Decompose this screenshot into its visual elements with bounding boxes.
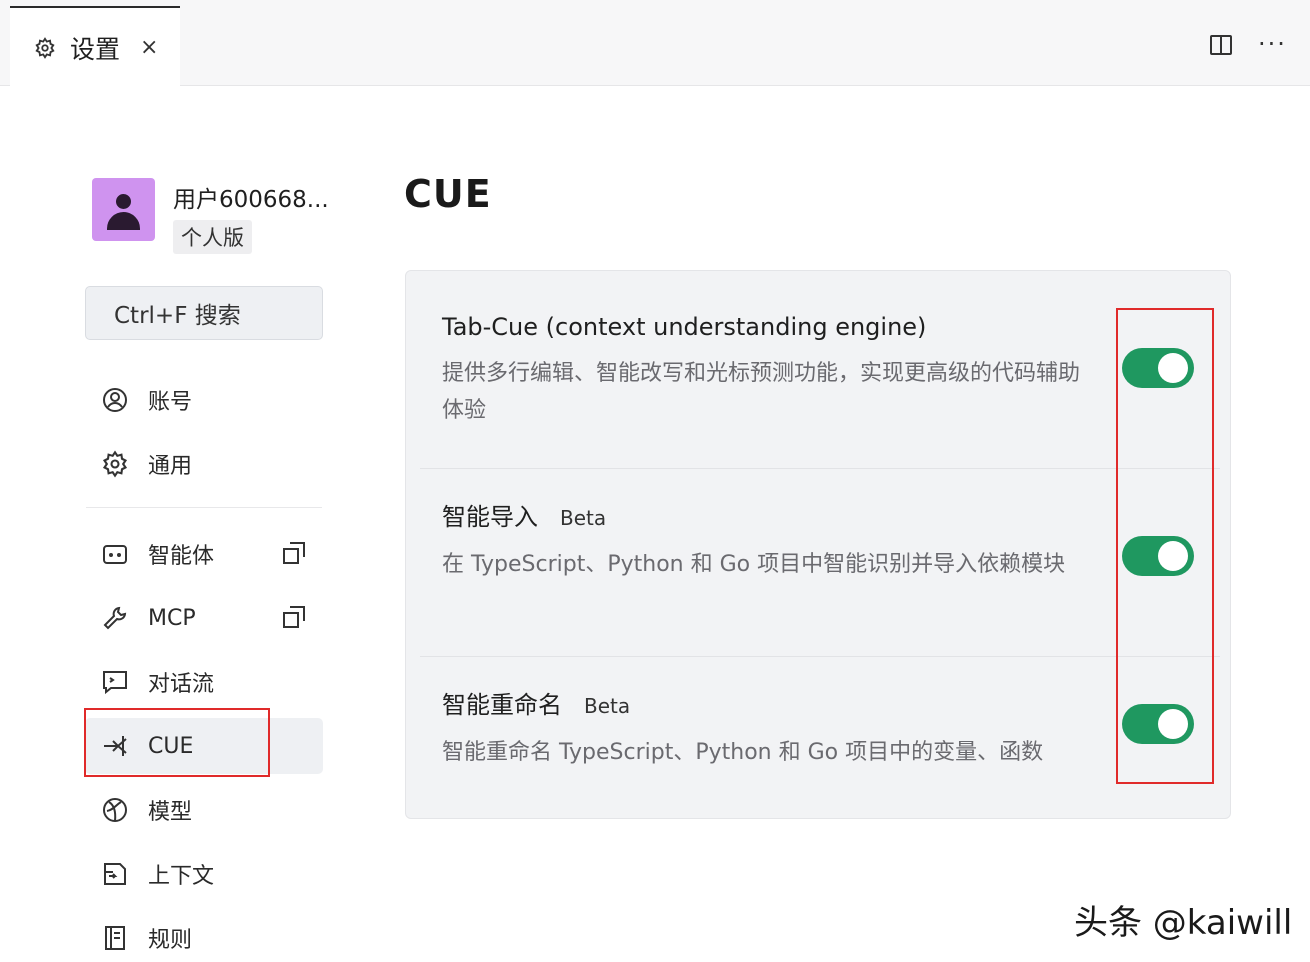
setting-title-text: Tab-Cue (context understanding engine) bbox=[442, 313, 927, 341]
tab-bar: 设置 × ··· bbox=[0, 0, 1310, 87]
beta-badge: Beta bbox=[584, 694, 631, 718]
rules-icon bbox=[100, 923, 130, 953]
sidebar-item-label: 模型 bbox=[148, 800, 193, 825]
highlight-box bbox=[1116, 308, 1214, 784]
sidebar-item-mcp[interactable]: MCP bbox=[100, 598, 196, 638]
watermark: 头条 @kaiwill bbox=[1074, 903, 1293, 943]
external-link-icon[interactable] bbox=[282, 541, 306, 565]
setting-description: 在 TypeScript、Python 和 Go 项目中智能识别并导入依赖模块 bbox=[442, 552, 1066, 577]
sidebar-item-label: 智能体 bbox=[148, 544, 215, 569]
setting-title-text: 智能导入 bbox=[442, 503, 538, 531]
external-link-icon[interactable] bbox=[282, 605, 306, 629]
row-divider bbox=[420, 656, 1220, 657]
gear-icon bbox=[100, 449, 130, 479]
search-button[interactable]: Ctrl+F 搜索 bbox=[85, 286, 323, 340]
setting-title: Tab-Cue (context understanding engine) bbox=[442, 313, 1142, 341]
sidebar-item-label: 规则 bbox=[148, 928, 193, 953]
setting-smart-import: 智能导入 Beta 在 TypeScript、Python 和 Go 项目中智能… bbox=[442, 497, 1142, 583]
tab-settings[interactable]: 设置 × bbox=[10, 6, 180, 87]
sidebar-item-label: 上下文 bbox=[148, 864, 215, 889]
sidebar-item-label: 通用 bbox=[148, 454, 193, 479]
gear-icon bbox=[34, 36, 56, 59]
nav-divider bbox=[86, 507, 322, 508]
page-title: CUE bbox=[404, 172, 492, 216]
sidebar-item-general[interactable]: 通用 bbox=[100, 444, 192, 484]
setting-smart-rename: 智能重命名 Beta 智能重命名 TypeScript、Python 和 Go … bbox=[442, 685, 1142, 771]
sidebar-item-context[interactable]: 上下文 bbox=[100, 854, 214, 894]
user-profile: 用户600668... 个人版 bbox=[92, 178, 329, 254]
sidebar-item-rules[interactable]: 规则 bbox=[100, 918, 192, 958]
setting-tab-cue: Tab-Cue (context understanding engine) 提… bbox=[442, 313, 1142, 429]
row-divider bbox=[420, 468, 1220, 469]
more-options-icon[interactable]: ··· bbox=[1258, 30, 1290, 58]
setting-description: 智能重命名 TypeScript、Python 和 Go 项目中的变量、函数 bbox=[442, 740, 1044, 765]
sidebar-item-agents[interactable]: 智能体 bbox=[100, 534, 214, 574]
close-icon[interactable]: × bbox=[140, 35, 158, 60]
setting-title-text: 智能重命名 bbox=[442, 691, 562, 719]
context-icon bbox=[100, 859, 130, 889]
settings-card: Tab-Cue (context understanding engine) 提… bbox=[405, 270, 1231, 819]
tab-title: 设置 bbox=[70, 34, 121, 64]
setting-title: 智能导入 Beta bbox=[442, 497, 1142, 532]
user-name: 用户600668... bbox=[173, 187, 329, 213]
sidebar-item-account[interactable]: 账号 bbox=[100, 380, 192, 420]
sidebar-item-label: MCP bbox=[148, 605, 196, 631]
model-icon bbox=[100, 795, 130, 825]
chat-flow-icon bbox=[100, 667, 130, 697]
setting-description: 提供多行编辑、智能改写和光标预测功能，实现更高级的代码辅助体验 bbox=[442, 361, 1081, 423]
sidebar-item-flow[interactable]: 对话流 bbox=[100, 662, 214, 702]
sidebar-item-label: 对话流 bbox=[148, 672, 215, 697]
setting-title: 智能重命名 Beta bbox=[442, 685, 1142, 720]
wrench-icon bbox=[100, 603, 130, 633]
plan-badge: 个人版 bbox=[173, 220, 252, 254]
sidebar-item-label: 账号 bbox=[148, 390, 193, 415]
sidebar-item-models[interactable]: 模型 bbox=[100, 790, 192, 830]
split-editor-icon[interactable] bbox=[1208, 32, 1236, 60]
avatar bbox=[92, 178, 155, 241]
agent-icon bbox=[100, 539, 130, 569]
account-icon bbox=[100, 385, 130, 415]
beta-badge: Beta bbox=[560, 506, 607, 530]
highlight-box bbox=[84, 708, 270, 777]
